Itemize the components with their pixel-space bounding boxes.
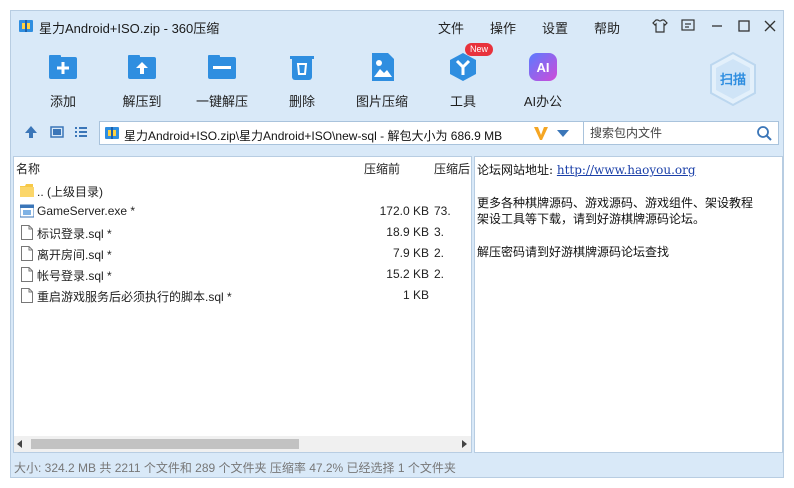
forum-link[interactable]: http://www.haoyou.org — [557, 163, 696, 177]
list-item[interactable]: 帐号登录.sql * 15.2 KB 2. — [14, 264, 471, 285]
ai-office-button[interactable]: AI AI办公 — [508, 49, 578, 117]
file-name: 重启游戏服务后必须执行的脚本.sql * — [37, 290, 232, 304]
tools-button[interactable]: 工具 — [428, 49, 498, 117]
delete-icon — [290, 56, 314, 80]
new-badge: New — [465, 43, 494, 56]
feedback-icon[interactable] — [679, 17, 697, 35]
comment-line-4: 解压密码请到好游棋牌源码论坛查找 — [477, 245, 670, 259]
folder-up-icon — [20, 184, 34, 197]
file-name: 离开房间.sql * — [37, 248, 112, 262]
menu-file[interactable]: 文件 — [438, 18, 464, 37]
file-size: 1 KB — [402, 288, 429, 302]
file-compressed: 3. — [434, 225, 445, 239]
skin-icon[interactable] — [651, 17, 669, 35]
scroll-right-icon[interactable] — [462, 440, 467, 448]
image-compress-icon — [372, 53, 394, 81]
horizontal-scrollbar[interactable] — [14, 436, 471, 452]
column-compressed[interactable]: 压缩后 — [434, 160, 470, 177]
extract-to-button[interactable]: 解压到 — [107, 49, 177, 117]
verified-icon[interactable] — [533, 125, 549, 141]
list-item[interactable]: 重启游戏服务后必须执行的脚本.sql * 1 KB — [14, 285, 471, 306]
file-compressed: 2. — [434, 267, 445, 281]
file-list[interactable]: 名称 压缩前 压缩后 .. (上级目录) GameServer.exe * 17… — [13, 156, 472, 453]
search-input[interactable] — [584, 122, 754, 144]
comment-line-1: 论坛网站地址: http://www.haoyou.org — [477, 161, 696, 178]
file-icon — [21, 225, 33, 240]
archive-comment: 论坛网站地址: http://www.haoyou.org 更多各种棋牌源码、游… — [474, 156, 783, 453]
zip-file-icon — [105, 127, 119, 139]
file-compressed: 73. — [434, 204, 451, 218]
add-button[interactable]: 添加 — [28, 49, 98, 117]
app-logo-icon — [19, 20, 33, 32]
scroll-left-icon[interactable] — [17, 440, 22, 448]
column-size[interactable]: 压缩前 — [364, 160, 400, 177]
file-size: 15.2 KB — [386, 267, 429, 281]
close-icon[interactable] — [761, 17, 779, 35]
file-name: .. (上级目录) — [37, 185, 103, 199]
thumbnail-view-icon[interactable] — [49, 124, 65, 140]
list-item[interactable]: 离开房间.sql * 7.9 KB 2. — [14, 243, 471, 264]
scan-button[interactable]: 扫描 — [707, 51, 759, 107]
extract-to-icon — [128, 55, 156, 79]
ai-icon-text: AI — [537, 60, 550, 75]
file-size: 7.9 KB — [392, 246, 429, 260]
file-compressed: 2. — [434, 246, 445, 260]
list-item[interactable]: 标识登录.sql * 18.9 KB 3. — [14, 222, 471, 243]
comment-line-2: 更多各种棋牌源码、游戏源码、游戏组件、架设教程 — [477, 196, 754, 210]
column-name[interactable]: 名称 — [16, 160, 40, 177]
ai-office-icon: AI — [529, 53, 557, 81]
exe-file-icon — [20, 204, 34, 218]
file-name: 标识登录.sql * — [37, 227, 112, 241]
app-window: 星力Android+ISO.zip - 360压缩 文件 操作 设置 帮助 添加… — [10, 10, 784, 478]
scan-label: 扫描 — [720, 72, 746, 87]
minimize-icon[interactable] — [708, 17, 726, 35]
file-icon — [21, 267, 33, 282]
search-box[interactable] — [583, 121, 779, 145]
image-compress-button[interactable]: 图片压缩 — [347, 49, 417, 117]
menu-operation[interactable]: 操作 — [490, 18, 516, 37]
image-compress-label: 图片压缩 — [355, 94, 408, 109]
delete-button[interactable]: 删除 — [267, 49, 337, 117]
list-view-icon[interactable] — [73, 124, 89, 140]
up-arrow-icon[interactable] — [23, 124, 39, 140]
file-size: 18.9 KB — [386, 225, 429, 239]
menu-help[interactable]: 帮助 — [594, 18, 620, 37]
file-name: GameServer.exe * — [37, 204, 136, 218]
file-size: 172.0 KB — [379, 204, 429, 218]
status-bar: 大小: 324.2 MB 共 2211 个文件和 289 个文件夹 压缩率 47… — [14, 461, 456, 475]
add-icon — [49, 55, 77, 79]
delete-label: 删除 — [288, 94, 315, 109]
file-name: 帐号登录.sql * — [37, 269, 112, 283]
search-icon[interactable] — [756, 125, 772, 141]
maximize-icon[interactable] — [735, 17, 753, 35]
list-item[interactable]: GameServer.exe * 172.0 KB 73. — [14, 201, 471, 222]
comment-forum-label: 论坛网站地址: — [477, 163, 554, 177]
add-label: 添加 — [49, 94, 76, 109]
list-item-parent-dir[interactable]: .. (上级目录) — [14, 180, 471, 201]
menu-settings[interactable]: 设置 — [542, 18, 568, 37]
ai-office-label: AI办公 — [523, 94, 563, 109]
one-click-extract-label: 一键解压 — [195, 94, 248, 109]
address-path: 星力Android+ISO.zip\星力Android+ISO\new-sql … — [124, 129, 503, 143]
address-bar[interactable]: 星力Android+ISO.zip\星力Android+ISO\new-sql … — [99, 121, 585, 145]
file-icon — [21, 288, 33, 303]
scrollbar-thumb[interactable] — [31, 439, 299, 449]
extract-to-label: 解压到 — [122, 94, 162, 109]
file-icon — [21, 246, 33, 261]
title-bar: 星力Android+ISO.zip - 360压缩 文件 操作 设置 帮助 — [11, 11, 785, 41]
address-dropdown-icon[interactable] — [557, 130, 569, 137]
tools-label: 工具 — [449, 94, 476, 109]
window-title: 星力Android+ISO.zip - 360压缩 — [39, 21, 220, 36]
comment-line-3: 架设工具等下载，请到好游棋牌源码论坛。 — [477, 212, 706, 226]
one-click-extract-icon — [208, 55, 236, 79]
one-click-extract-button[interactable]: 一键解压 — [187, 49, 257, 117]
